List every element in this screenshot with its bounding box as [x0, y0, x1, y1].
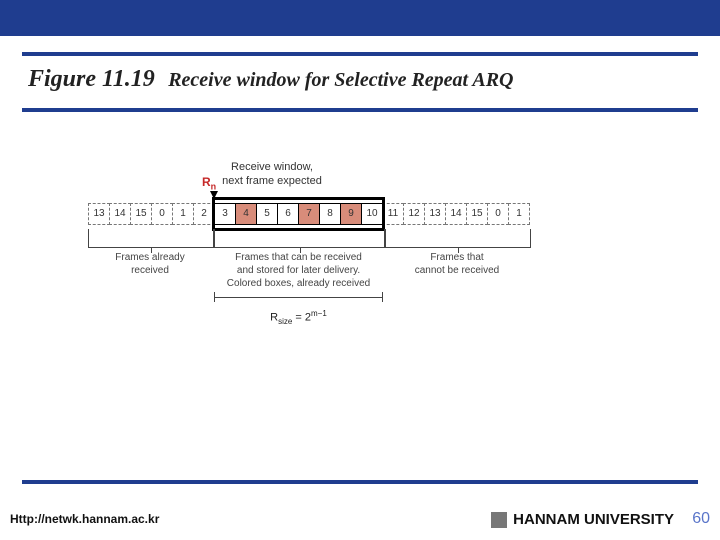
sequence-cell: 13 [424, 203, 446, 225]
sequence-cell: 3 [214, 203, 236, 225]
sequence-cell: 6 [277, 203, 299, 225]
sequence-cell: 0 [487, 203, 509, 225]
caption-mid-l3: Colored boxes, already received [227, 278, 370, 289]
sequence-cell: 7 [298, 203, 320, 225]
window-size-formula: Rsize = 2m−1 [259, 309, 339, 326]
title-rule-upper [22, 52, 698, 56]
window-size-range [214, 297, 383, 298]
sequence-cell: 2 [193, 203, 215, 225]
caption-mid-l1: Frames that can be received [235, 252, 362, 263]
footer: Http://netwk.hannam.ac.kr HANNAM UNIVERS… [0, 492, 720, 540]
slide: Figure 11.19 Receive window for Selectiv… [0, 0, 720, 540]
sequence-cell: 15 [466, 203, 488, 225]
rn-symbol: R [202, 175, 211, 189]
caption-mid-l2: and stored for later delivery. [237, 265, 360, 276]
sequence-cell: 11 [382, 203, 404, 225]
figure-title-row: Figure 11.19 Receive window for Selectiv… [28, 66, 514, 93]
university-name: HANNAM UNIVERSITY [513, 511, 674, 528]
university-logo-icon [491, 512, 507, 528]
sequence-cell: 0 [151, 203, 173, 225]
sequence-cell: 10 [361, 203, 383, 225]
bracket-middle [214, 229, 385, 248]
figure-description: Receive window for Selective Repeat ARQ [168, 69, 513, 91]
rsize-eq: = 2 [292, 312, 311, 324]
caption-right-l1: Frames that [430, 252, 483, 263]
sequence-cell: 8 [319, 203, 341, 225]
sequence-cell: 5 [256, 203, 278, 225]
rsize-symbol: R [270, 312, 278, 324]
caption-left: Frames already received [95, 251, 205, 277]
sequence-cell: 14 [445, 203, 467, 225]
caption-middle: Frames that can be received and stored f… [214, 251, 384, 290]
rn-caption: Receive window, next frame expected [212, 161, 332, 189]
top-color-bar [0, 0, 720, 36]
caption-left-l2: received [131, 265, 169, 276]
sequence-cell: 12 [403, 203, 425, 225]
caption-right: Frames that cannot be received [397, 251, 517, 277]
rn-arrow-icon [210, 191, 218, 199]
sequence-cell: 1 [508, 203, 530, 225]
sequence-cell: 4 [235, 203, 257, 225]
rn-caption-line1: Receive window, [231, 161, 313, 173]
caption-right-l2: cannot be received [415, 265, 500, 276]
sequence-cell: 15 [130, 203, 152, 225]
footer-url: Http://netwk.hannam.ac.kr [10, 512, 159, 526]
figure-label: Figure 11.19 [28, 66, 155, 92]
rn-caption-line2: next frame expected [222, 175, 322, 187]
sequence-cell: 9 [340, 203, 362, 225]
page-number: 60 [692, 510, 710, 528]
rsize-sup: m−1 [311, 309, 327, 318]
bracket-right [385, 229, 531, 248]
sequence-cell: 13 [88, 203, 110, 225]
bracket-left [88, 229, 214, 248]
caption-left-l1: Frames already [115, 252, 184, 263]
title-rule-lower [22, 108, 698, 112]
sequence-cell: 1 [172, 203, 194, 225]
sequence-cell: 14 [109, 203, 131, 225]
rsize-sub: size [278, 317, 292, 326]
footer-university: HANNAM UNIVERSITY [491, 511, 674, 528]
sequence-strip: 131415012345678910111213141501 [88, 203, 529, 225]
footer-rule [22, 480, 698, 484]
